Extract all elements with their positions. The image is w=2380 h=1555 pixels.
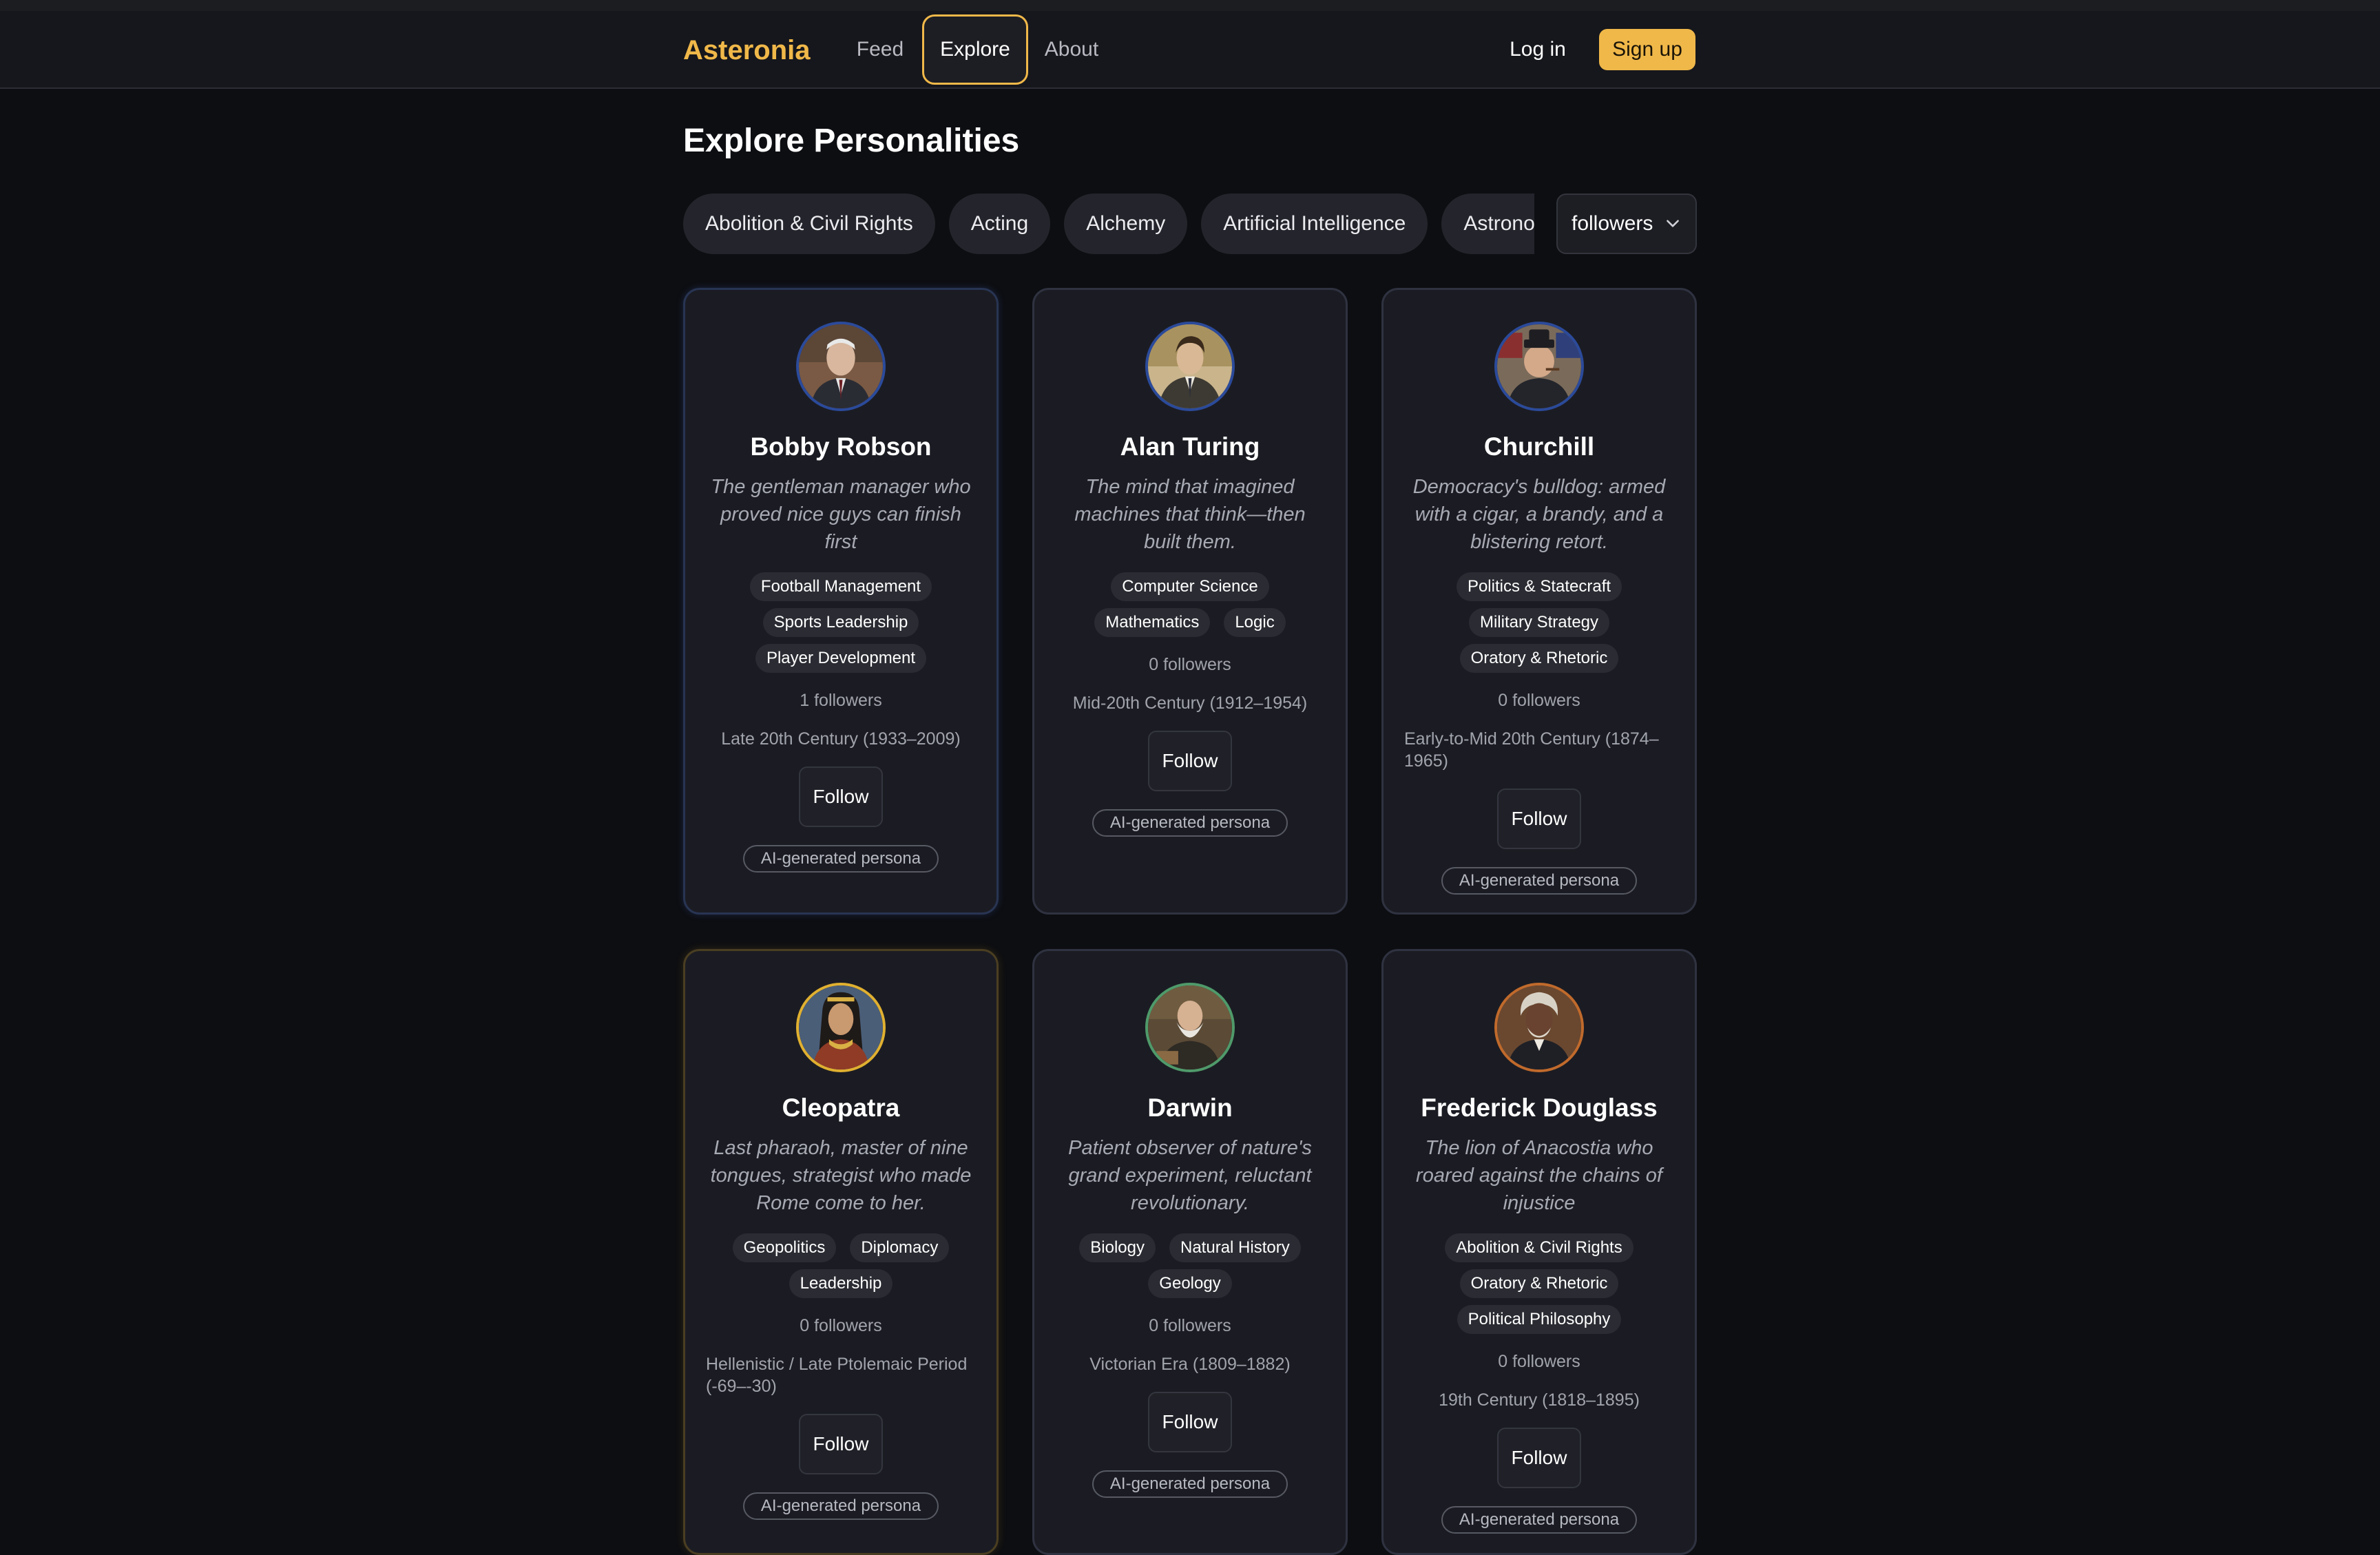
follower-count: 0 followers: [800, 1316, 882, 1335]
sort-select[interactable]: followers: [1556, 194, 1697, 254]
tag[interactable]: Military Strategy: [1468, 608, 1610, 637]
persona-card[interactable]: Churchill Democracy's bulldog: armed wit…: [1381, 288, 1697, 915]
follower-count: 0 followers: [1149, 655, 1231, 674]
persona-card[interactable]: Frederick Douglass The lion of Anacostia…: [1381, 949, 1697, 1555]
persona-era: Late 20th Century (1933–2009): [721, 729, 961, 749]
avatar: [1494, 322, 1584, 411]
persona-tagline: The mind that imagined machines that thi…: [1074, 476, 1306, 553]
follow-button[interactable]: Follow: [1148, 1392, 1232, 1452]
persona-tagline: Last pharaoh, master of nine tongues, st…: [710, 1137, 972, 1214]
filter-chip-acting[interactable]: Acting: [948, 194, 1051, 254]
nav-link-about[interactable]: About: [1037, 14, 1106, 85]
tag[interactable]: Abolition & Civil Rights: [1445, 1233, 1633, 1262]
persona-tags: Biology Natural History Geology: [1048, 1233, 1332, 1298]
avatar: [1145, 983, 1235, 1072]
tag[interactable]: Player Development: [755, 644, 927, 673]
brand-logo[interactable]: Asteronia: [683, 30, 811, 71]
filter-chip-ai[interactable]: Artificial Intelligence: [1201, 194, 1428, 254]
persona-card[interactable]: Alan Turing The mind that imagined machi…: [1032, 288, 1348, 915]
follower-count: 0 followers: [1149, 1316, 1231, 1335]
tag[interactable]: Geology: [1148, 1269, 1232, 1298]
window-top-strip: [0, 0, 2380, 11]
persona-card[interactable]: Bobby Robson The gentleman manager who p…: [683, 288, 999, 915]
tag[interactable]: Sports Leadership: [762, 608, 919, 637]
tag[interactable]: Computer Science: [1111, 572, 1269, 601]
persona-tags: Football Management Sports Leadership Pl…: [699, 572, 983, 673]
tag[interactable]: Football Management: [749, 572, 932, 601]
persona-tagline: Patient observer of nature's grand exper…: [1068, 1137, 1312, 1214]
tag[interactable]: Politics & Statecraft: [1456, 572, 1622, 601]
persona-tagline: The gentleman manager who proved nice gu…: [711, 476, 971, 553]
login-button[interactable]: Log in: [1501, 30, 1574, 70]
persona-tagline: The lion of Anacostia who roared against…: [1416, 1137, 1662, 1214]
follow-button[interactable]: Follow: [799, 1414, 883, 1474]
ai-generated-badge: AI-generated persona: [1441, 1506, 1637, 1534]
avatar: [1145, 322, 1235, 411]
tag[interactable]: Leadership: [789, 1269, 893, 1298]
persona-name: Churchill: [1483, 432, 1595, 461]
tag[interactable]: Logic: [1224, 608, 1286, 637]
top-navbar: Asteronia Feed Explore About Log in Sign…: [0, 11, 2380, 89]
chevron-down-icon: [1667, 220, 1679, 227]
ai-generated-badge: AI-generated persona: [743, 845, 939, 873]
persona-name: Frederick Douglass: [1421, 1094, 1658, 1122]
persona-name: Alan Turing: [1120, 432, 1260, 461]
persona-era: Victorian Era (1809–1882): [1089, 1355, 1291, 1374]
persona-tagline: Democracy's bulldog: armed with a cigar,…: [1412, 476, 1666, 553]
follower-count: 0 followers: [1498, 691, 1580, 710]
nav-link-feed[interactable]: Feed: [853, 14, 908, 85]
persona-name: Bobby Robson: [750, 432, 932, 461]
follow-button[interactable]: Follow: [1148, 731, 1232, 791]
tag[interactable]: Biology: [1079, 1233, 1156, 1262]
persona-tags: Computer Science Mathematics Logic: [1048, 572, 1332, 637]
category-filter-bar: Abolition & Civil Rights Acting Alchemy …: [683, 194, 1534, 254]
avatar: [796, 322, 886, 411]
persona-era: Hellenistic / Late Ptolemaic Period (-69…: [706, 1355, 968, 1396]
tag[interactable]: Mathematics: [1094, 608, 1211, 637]
avatar: [1494, 983, 1584, 1072]
persona-card[interactable]: Darwin Patient observer of nature's gran…: [1032, 949, 1348, 1555]
persona-name: Darwin: [1147, 1094, 1233, 1122]
persona-name: Cleopatra: [782, 1094, 900, 1122]
tag[interactable]: Oratory & Rhetoric: [1459, 644, 1619, 673]
persona-era: Mid-20th Century (1912–1954): [1072, 693, 1308, 713]
persona-card[interactable]: Cleopatra Last pharaoh, master of nine t…: [683, 949, 999, 1555]
follow-button[interactable]: Follow: [799, 766, 883, 827]
follower-count: 0 followers: [1498, 1352, 1580, 1371]
avatar: [796, 983, 886, 1072]
ai-generated-badge: AI-generated persona: [1092, 1470, 1288, 1498]
tag[interactable]: Diplomacy: [850, 1233, 950, 1262]
persona-era: Early-to-Mid 20th Century (1874–1965): [1404, 729, 1659, 771]
persona-tags: Abolition & Civil Rights Oratory & Rheto…: [1397, 1233, 1681, 1334]
filter-chip-alchemy[interactable]: Alchemy: [1064, 194, 1188, 254]
ai-generated-badge: AI-generated persona: [1092, 809, 1288, 837]
ai-generated-badge: AI-generated persona: [743, 1492, 939, 1520]
page-title: Explore Personalities: [683, 123, 1020, 159]
follow-button[interactable]: Follow: [1497, 789, 1581, 849]
persona-era: 19th Century (1818–1895): [1439, 1390, 1640, 1410]
sort-select-value: followers: [1572, 212, 1653, 235]
nav-link-explore[interactable]: Explore: [922, 14, 1028, 85]
follower-count: 1 followers: [800, 691, 882, 710]
follow-button[interactable]: Follow: [1497, 1428, 1581, 1488]
tag[interactable]: Geopolitics: [732, 1233, 837, 1262]
navbar-inner: Asteronia Feed Explore About Log in Sign…: [683, 11, 1695, 89]
tag[interactable]: Political Philosophy: [1457, 1305, 1622, 1334]
ai-generated-badge: AI-generated persona: [1441, 867, 1637, 895]
persona-tags: Politics & Statecraft Military Strategy …: [1397, 572, 1681, 673]
filter-chip-abolition[interactable]: Abolition & Civil Rights: [683, 194, 935, 254]
tag[interactable]: Natural History: [1169, 1233, 1301, 1262]
signup-button[interactable]: Sign up: [1599, 29, 1695, 70]
filter-chip-astronomy[interactable]: Astronomy: [1441, 194, 1534, 254]
tag[interactable]: Oratory & Rhetoric: [1459, 1269, 1619, 1298]
persona-tags: Geopolitics Diplomacy Leadership: [699, 1233, 983, 1298]
